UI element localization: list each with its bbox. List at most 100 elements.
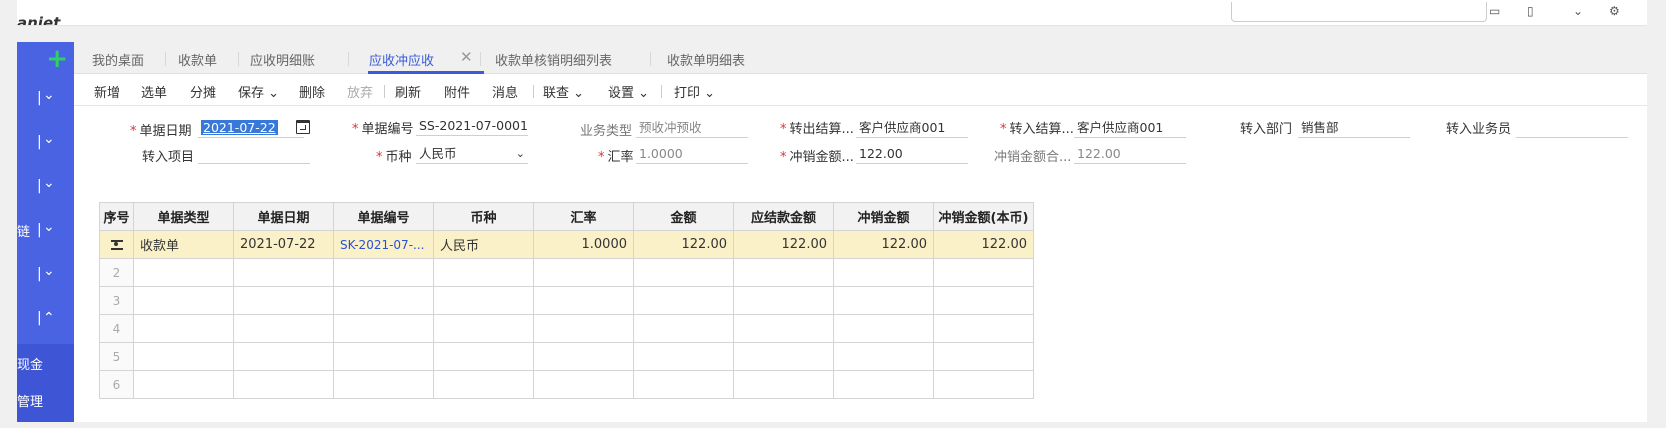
cell-due-amount[interactable] (733, 342, 834, 371)
in-staff-field[interactable] (1516, 118, 1628, 138)
cell-doc-no-link[interactable]: SK-2021-07-... (333, 230, 434, 259)
cell-rate[interactable] (533, 258, 634, 287)
sidebar-subitem-manage[interactable]: 管理 (17, 391, 43, 410)
col-header-offset-amount[interactable]: 冲销金额 (833, 202, 934, 231)
linkcheck-button[interactable]: 联查 ⌄ (543, 82, 584, 101)
offset-amount-field[interactable]: 122.00 (856, 144, 968, 164)
cell-offset-local[interactable] (933, 286, 1034, 315)
table-row[interactable]: 6 (99, 370, 1034, 399)
cell-doc-type[interactable] (133, 314, 234, 343)
calendar-icon[interactable] (296, 120, 310, 134)
sidebar-item-2[interactable]: | ⌄ (17, 122, 74, 166)
cell-doc-no[interactable] (333, 314, 434, 343)
settings-icon[interactable]: ⚙ (1609, 4, 1620, 18)
cell-doc-type[interactable] (133, 370, 234, 399)
tab-receipt[interactable]: 收款单 (178, 50, 217, 69)
cell-rate[interactable] (533, 286, 634, 315)
delete-button[interactable]: 删除 (299, 82, 325, 101)
sidebar-item-4[interactable]: 链 | ⌄ (17, 210, 74, 254)
select-button[interactable]: 选单 (141, 82, 167, 101)
sidebar-subitem-cash[interactable]: 现金 (17, 354, 43, 373)
rate-field[interactable]: 1.0000 (636, 144, 748, 164)
sidebar-item-1[interactable]: | ⌄ (17, 78, 74, 122)
biz-type-field[interactable]: 预收冲预收 (636, 118, 748, 138)
in-dept-field[interactable]: 销售部 (1298, 118, 1410, 138)
col-header-index[interactable]: 序号 (99, 202, 134, 231)
cell-doc-type[interactable] (133, 342, 234, 371)
col-header-currency[interactable]: 币种 (433, 202, 534, 231)
table-row[interactable]: 4 (99, 314, 1034, 343)
col-header-offset-local[interactable]: 冲销金额(本币) (933, 202, 1034, 231)
cell-offset-amount[interactable] (833, 258, 934, 287)
cell-doc-date[interactable]: 2021-07-22 (233, 230, 334, 259)
col-header-doc-date[interactable]: 单据日期 (233, 202, 334, 231)
cell-amount[interactable] (633, 258, 734, 287)
grid-icon[interactable]: ▯ (1527, 4, 1534, 18)
sidebar-item-6[interactable]: | ⌃ (17, 298, 74, 342)
cell-offset-local[interactable]: 122.00 (933, 230, 1034, 259)
in-party-field[interactable]: 客户供应商001 (1074, 118, 1186, 138)
settings-button[interactable]: 设置 ⌄ (608, 82, 649, 101)
message-button[interactable]: 消息 (492, 82, 518, 101)
cell-offset-local[interactable] (933, 370, 1034, 399)
cell-due-amount[interactable] (733, 286, 834, 315)
cell-doc-type[interactable]: 收款单 (133, 230, 234, 259)
cell-doc-date[interactable] (233, 286, 334, 315)
currency-select[interactable]: 人民币 ⌄ (416, 144, 528, 164)
refresh-button[interactable]: 刷新 (395, 82, 421, 101)
in-project-field[interactable] (198, 144, 310, 164)
col-header-due-amount[interactable]: 应结款金额 (733, 202, 834, 231)
table-row[interactable]: 3 (99, 286, 1034, 315)
cell-offset-local[interactable] (933, 342, 1034, 371)
cell-currency[interactable] (433, 314, 534, 343)
doc-date-field[interactable]: 2021-07-22 (198, 118, 304, 138)
cell-doc-no[interactable] (333, 370, 434, 399)
cell-rate[interactable] (533, 314, 634, 343)
cell-doc-date[interactable] (233, 258, 334, 287)
cell-amount[interactable] (633, 342, 734, 371)
col-header-doc-type[interactable]: 单据类型 (133, 202, 234, 231)
cell-amount[interactable] (633, 370, 734, 399)
col-header-doc-no[interactable]: 单据编号 (333, 202, 434, 231)
cell-amount[interactable]: 122.00 (633, 230, 734, 259)
cell-currency[interactable]: 人民币 (433, 230, 534, 259)
cell-rate[interactable]: 1.0000 (533, 230, 634, 259)
tab-ar-detail[interactable]: 应收明细账 (250, 50, 315, 69)
cell-due-amount[interactable] (733, 314, 834, 343)
sidebar-item-3[interactable]: | ⌄ (17, 166, 74, 210)
cell-rate[interactable] (533, 342, 634, 371)
global-search-input[interactable] (1231, 2, 1487, 22)
cell-doc-date[interactable] (233, 342, 334, 371)
cell-rate[interactable] (533, 370, 634, 399)
attach-button[interactable]: 附件 (444, 82, 470, 101)
discard-button[interactable]: 放弃 (347, 82, 373, 101)
cell-doc-type[interactable] (133, 258, 234, 287)
cell-doc-date[interactable] (233, 370, 334, 399)
cell-amount[interactable] (633, 314, 734, 343)
cell-offset-amount[interactable] (833, 370, 934, 399)
cell-due-amount[interactable] (733, 370, 834, 399)
doc-no-field[interactable]: SS-2021-07-0001 (416, 116, 528, 136)
tab-receipt-detail[interactable]: 收款单明细表 (667, 50, 745, 69)
cell-offset-amount[interactable] (833, 342, 934, 371)
sidebar-item-5[interactable]: | ⌄ (17, 254, 74, 298)
bag-icon[interactable]: ▭ (1489, 4, 1500, 18)
table-row[interactable]: 2 (99, 258, 1034, 287)
close-icon[interactable]: ✕ (460, 48, 473, 66)
cell-doc-date[interactable] (233, 314, 334, 343)
cell-doc-no[interactable] (333, 286, 434, 315)
cell-amount[interactable] (633, 286, 734, 315)
cell-currency[interactable] (433, 370, 534, 399)
row-drag-icon[interactable] (99, 230, 134, 259)
table-row[interactable]: 5 (99, 342, 1034, 371)
cell-currency[interactable] (433, 342, 534, 371)
print-button[interactable]: 打印 ⌄ (674, 82, 715, 101)
tab-ar-offset[interactable]: 应收冲应收 (369, 50, 434, 69)
cell-currency[interactable] (433, 258, 534, 287)
col-header-amount[interactable]: 金额 (633, 202, 734, 231)
new-button[interactable]: 新增 (94, 82, 120, 101)
cell-currency[interactable] (433, 286, 534, 315)
cell-doc-no[interactable] (333, 342, 434, 371)
cell-doc-type[interactable] (133, 286, 234, 315)
add-icon[interactable]: + (46, 46, 68, 72)
